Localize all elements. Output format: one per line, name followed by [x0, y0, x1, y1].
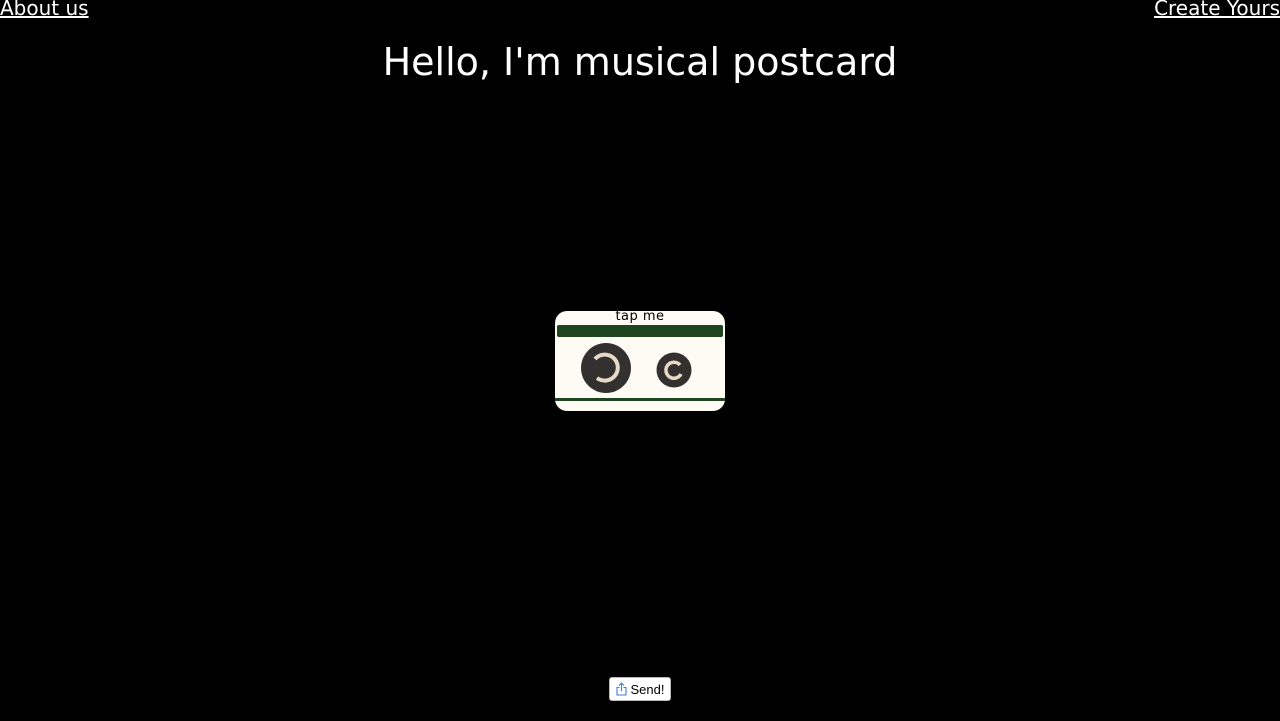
left-reel-icon: [581, 343, 631, 393]
send-button[interactable]: Send!: [609, 677, 671, 701]
create-yours-link[interactable]: Create Yours: [1154, 0, 1280, 20]
tape-label-stripe: [557, 325, 723, 337]
tap-me-label: tap me: [615, 311, 665, 324]
share-icon: [615, 682, 627, 696]
cassette-postcard[interactable]: tap me: [555, 311, 725, 411]
page: About us Create Yours Hello, I'm musical…: [0, 0, 1280, 721]
page-title: Hello, I'm musical postcard: [382, 40, 898, 84]
right-reel-icon: [656, 352, 692, 388]
about-us-link[interactable]: About us: [0, 0, 89, 20]
send-button-label: Send!: [630, 681, 665, 697]
tape-bottom-line: [555, 398, 725, 401]
